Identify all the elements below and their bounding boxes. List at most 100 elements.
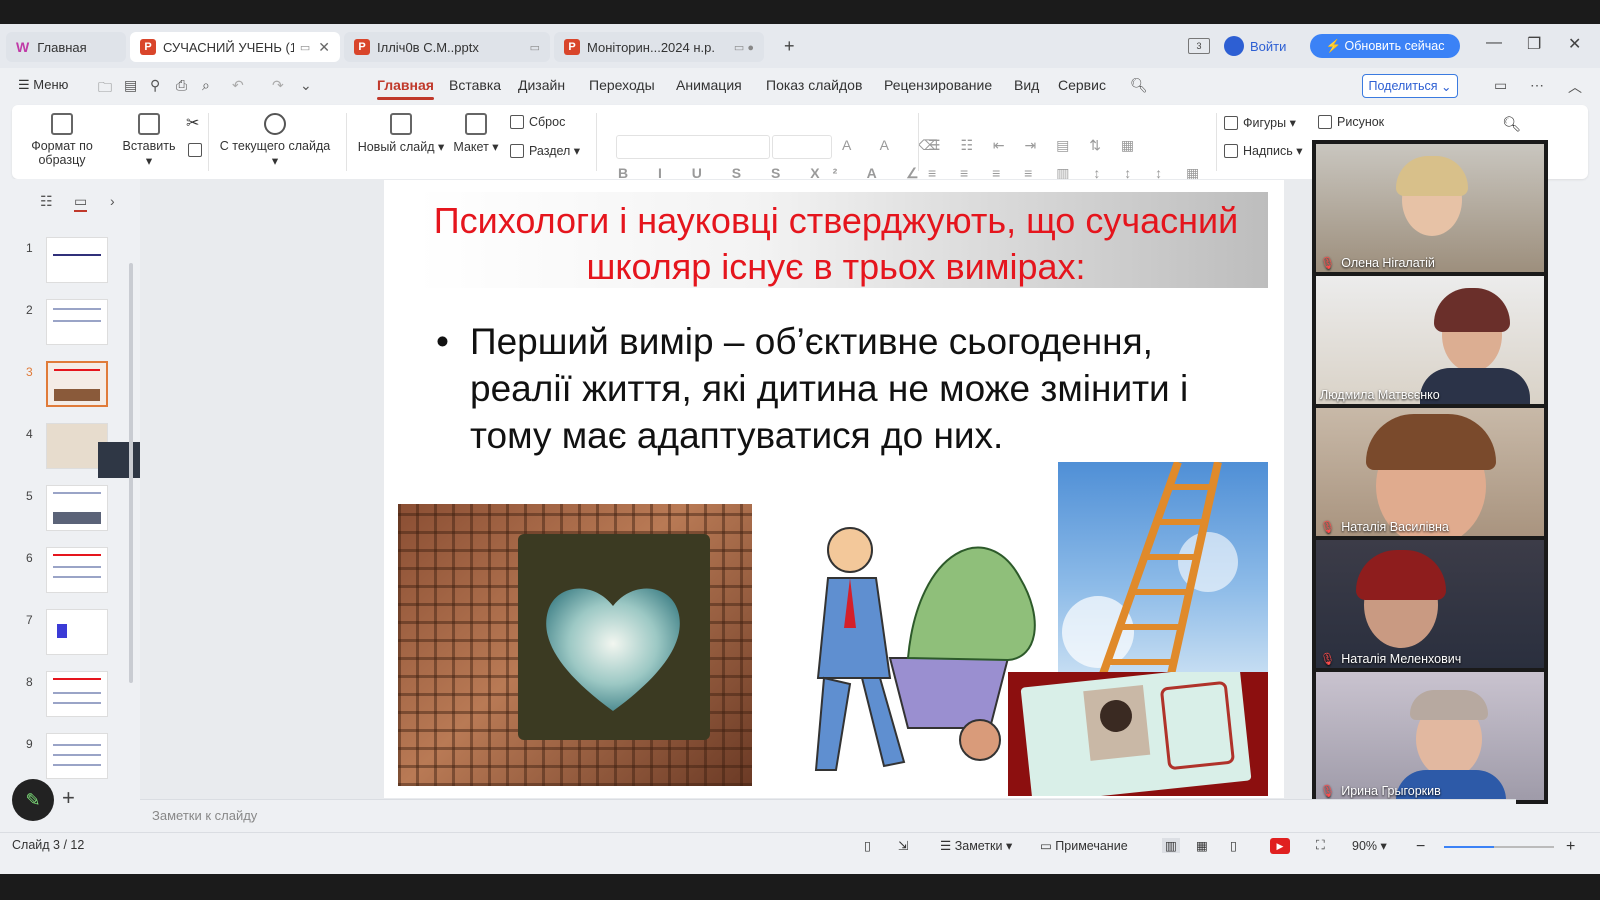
plaid-shirt-heart-image[interactable] bbox=[398, 504, 752, 786]
slideshow-button[interactable]: ▶ bbox=[1270, 838, 1290, 854]
fit-window-icon[interactable]: ⛶ bbox=[1316, 838, 1325, 853]
thumbnail-number: 8 bbox=[26, 675, 33, 689]
thumbnails-scrollbar[interactable] bbox=[129, 263, 133, 683]
comment-icon[interactable]: ▭ bbox=[1494, 77, 1507, 94]
close-window-icon[interactable]: ✕ bbox=[1568, 34, 1581, 54]
save-icon[interactable]: ▤ bbox=[124, 77, 137, 94]
slide-thumbnail-9[interactable] bbox=[46, 733, 108, 779]
section-button[interactable]: Раздел ▾ bbox=[510, 143, 580, 158]
slide-thumbnail-2[interactable] bbox=[46, 299, 108, 345]
list-format-icons[interactable]: ☰ ☷ ⇤ ⇥ ▤ ⇅ ▦ bbox=[928, 137, 1142, 154]
fit-icon[interactable]: ⇲ bbox=[898, 838, 908, 853]
notes-toggle-button[interactable]: ☰ Заметки ▾ bbox=[940, 838, 1012, 854]
normal-view-icon[interactable]: ▥ bbox=[1162, 838, 1180, 853]
participant-name: Людмила Матвєєнко bbox=[1320, 388, 1440, 402]
picture-label: Рисунок bbox=[1337, 115, 1385, 129]
shapes-button[interactable]: Фигуры ▾ bbox=[1224, 115, 1296, 130]
slide-sorter-icon[interactable]: ▯ bbox=[864, 838, 871, 853]
tab-design[interactable]: Дизайн bbox=[518, 77, 565, 93]
menu-bar: ☰ Меню 🗀 ▤ ⚲ ⎙ ⌕ ↶ ↷ ⌄ Главная Вставка Д… bbox=[0, 68, 1600, 104]
tab-document-active[interactable]: P СУЧАСНИЙ УЧЕНЬ (1) ▭ ✕ bbox=[130, 32, 340, 62]
paste-button[interactable]: Вставить ▾ bbox=[118, 113, 180, 168]
login-button[interactable]: Войти bbox=[1224, 36, 1286, 56]
tab-document-3[interactable]: P Моніторин...2024 н.р. ▭ ● bbox=[554, 32, 764, 62]
reading-view-icon[interactable]: ▯ bbox=[1230, 838, 1237, 853]
undo-icon[interactable]: ↶ bbox=[232, 77, 244, 94]
zoom-select[interactable]: 90% ▾ bbox=[1352, 838, 1387, 854]
grid-view-icon[interactable]: ▦ bbox=[1196, 838, 1208, 853]
new-tab-button[interactable]: + bbox=[784, 36, 795, 57]
participant-tile-3[interactable]: 🎙︎ Наталія Василівна bbox=[1316, 408, 1544, 536]
upgrade-button[interactable]: ⚡ Обновить сейчас bbox=[1310, 34, 1460, 58]
participant-tile-1[interactable]: 🎙︎ Олена Нігалатій bbox=[1316, 144, 1544, 272]
participant-tile-4[interactable]: 🎙︎ Наталія Меленхович bbox=[1316, 540, 1544, 668]
zoom-out-icon[interactable]: − bbox=[1416, 838, 1425, 856]
cut-icon[interactable]: ✂ bbox=[186, 113, 199, 133]
search-icon[interactable]: 🔍︎ bbox=[1130, 77, 1148, 94]
font-size-select[interactable] bbox=[772, 135, 832, 159]
ladder-to-sky-image[interactable] bbox=[1058, 462, 1268, 688]
tab-document-2[interactable]: P Ілліч0в С.М..pptx ▭ bbox=[344, 32, 550, 62]
shapes-label: Фигуры bbox=[1243, 115, 1287, 130]
tab-view[interactable]: Вид bbox=[1014, 77, 1039, 93]
from-current-slide-button[interactable]: С текущего слайда ▾ bbox=[216, 113, 334, 168]
new-slide-button[interactable]: Новый слайд ▾ bbox=[356, 113, 446, 154]
workspace-icon[interactable]: 3 bbox=[1188, 38, 1210, 54]
picture-button[interactable]: Рисунок bbox=[1318, 115, 1384, 129]
comment-toggle-button[interactable]: ▭ Примечание bbox=[1040, 838, 1128, 854]
layout-button[interactable]: Макет ▾ bbox=[452, 113, 500, 154]
find-icon[interactable]: 🔍︎ bbox=[1502, 115, 1521, 133]
minimize-icon[interactable]: — bbox=[1486, 34, 1502, 52]
thumbnail-number: 4 bbox=[26, 427, 33, 441]
slide-thumbnail-7[interactable] bbox=[46, 609, 108, 655]
tab-transitions[interactable]: Переходы bbox=[589, 77, 655, 93]
outline-view-icon[interactable]: ☷ bbox=[40, 193, 53, 210]
slide-thumbnail-5[interactable] bbox=[46, 485, 108, 531]
add-slide-button[interactable]: + bbox=[62, 785, 75, 811]
chevron-right-icon[interactable]: › bbox=[110, 193, 115, 209]
tab-tools[interactable]: Сервис bbox=[1058, 77, 1106, 93]
zoom-in-icon[interactable]: + bbox=[1566, 838, 1575, 856]
copy-icon[interactable] bbox=[188, 143, 207, 157]
share-button[interactable]: Поделиться ⌄ bbox=[1362, 74, 1458, 98]
paste-label: Вставить bbox=[122, 139, 176, 153]
close-tab-icon[interactable]: ✕ bbox=[318, 39, 330, 56]
tab-review[interactable]: Рецензирование bbox=[884, 77, 992, 93]
more-icon[interactable]: ⋯ bbox=[1530, 77, 1544, 94]
slide-thumbnail-6[interactable] bbox=[46, 547, 108, 593]
current-slide[interactable]: Психологи і науковці стверджують, що суч… bbox=[384, 180, 1284, 798]
upgrade-label: Обновить сейчас bbox=[1344, 39, 1445, 53]
collapse-ribbon-icon[interactable]: ︿ bbox=[1568, 77, 1582, 97]
share-link-icon[interactable]: ⚲ bbox=[150, 77, 160, 94]
participant-tile-2[interactable]: Людмила Матвєєнко bbox=[1316, 276, 1544, 404]
participant-tile-5[interactable]: 🎙︎ Ирина Грыгоркив bbox=[1316, 672, 1544, 800]
tab-insert[interactable]: Вставка bbox=[449, 77, 501, 93]
tab-home[interactable]: W Главная bbox=[6, 32, 126, 62]
restore-icon[interactable]: ❐ bbox=[1527, 34, 1541, 54]
slide-thumbnail-1[interactable] bbox=[46, 237, 108, 283]
print-preview-icon[interactable]: ⌕ bbox=[202, 77, 210, 94]
reset-button[interactable]: Сброс bbox=[510, 115, 565, 129]
tab-home-ribbon[interactable]: Главная bbox=[377, 77, 434, 100]
chevron-down-icon[interactable]: ⌄ bbox=[300, 77, 312, 94]
tab-animation[interactable]: Анимация bbox=[676, 77, 742, 93]
zoom-slider[interactable] bbox=[1444, 846, 1554, 848]
textbox-button[interactable]: Надпись ▾ bbox=[1224, 143, 1303, 158]
monitor-icon: ▭ bbox=[529, 41, 540, 54]
redo-icon[interactable]: ↷ bbox=[272, 77, 284, 94]
video-call-panel: 🎙︎ Олена Нігалатій Людмила Матвєєнко 🎙︎ На… bbox=[1312, 140, 1548, 804]
print-icon[interactable]: ⎙ bbox=[176, 77, 187, 94]
slide-title[interactable]: Психологи і науковці стверджують, що суч… bbox=[416, 198, 1256, 290]
open-folder-icon[interactable]: 🗀 bbox=[98, 77, 112, 101]
stamped-passport-image[interactable] bbox=[1008, 672, 1268, 796]
pen-tool-button[interactable]: ✎ bbox=[12, 779, 54, 821]
slide-thumbnail-8[interactable] bbox=[46, 671, 108, 717]
main-menu-button[interactable]: ☰ Меню bbox=[18, 77, 68, 93]
thumbnail-view-icon[interactable]: ▭ bbox=[74, 193, 88, 212]
paste-icon bbox=[138, 113, 160, 135]
slide-thumbnail-3[interactable] bbox=[46, 361, 108, 407]
tab-slideshow[interactable]: Показ слайдов bbox=[766, 77, 862, 93]
format-painter-button[interactable]: Формат по образцу bbox=[24, 113, 100, 167]
slide-notes-area[interactable]: Заметки к слайду bbox=[140, 799, 1516, 831]
font-family-select[interactable] bbox=[616, 135, 770, 159]
